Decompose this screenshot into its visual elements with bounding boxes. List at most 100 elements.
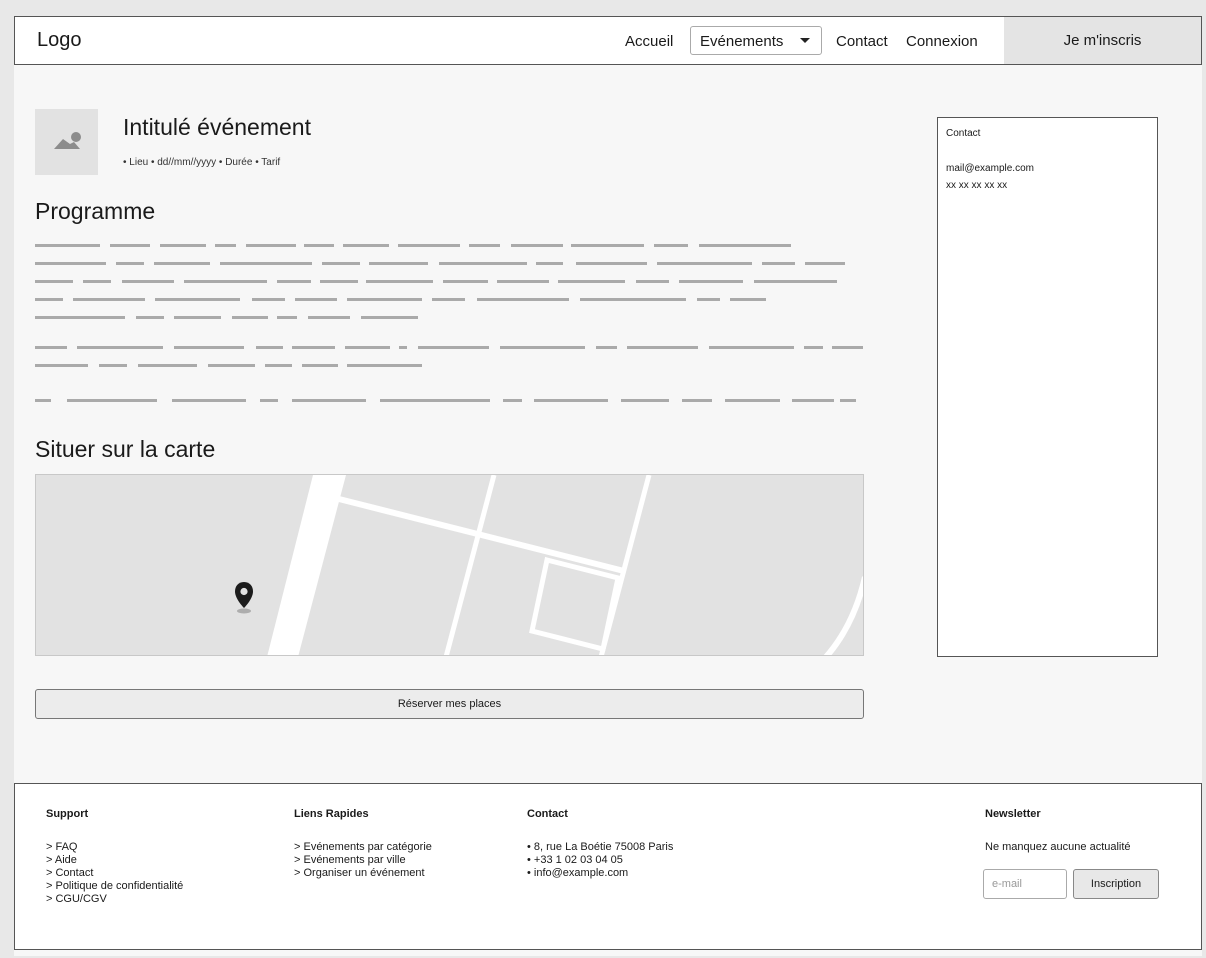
footer-newsletter-title: Newsletter bbox=[985, 808, 1041, 820]
map[interactable] bbox=[35, 474, 864, 656]
footer: Support > FAQ > Aide > Contact > Politiq… bbox=[14, 783, 1202, 950]
text-placeholder-bar bbox=[220, 262, 312, 265]
contact-sidebar: Contact mail@example.com xx xx xx xx xx bbox=[937, 117, 1158, 657]
event-title: Intitulé événement bbox=[123, 114, 311, 140]
text-placeholder-bar bbox=[443, 280, 488, 283]
text-placeholder-bar bbox=[260, 399, 278, 402]
chevron-down-icon bbox=[800, 38, 810, 43]
text-placeholder-bar bbox=[35, 346, 67, 349]
text-placeholder-bar bbox=[580, 298, 686, 301]
text-placeholder-bar bbox=[682, 399, 712, 402]
text-placeholder-bar bbox=[697, 298, 720, 301]
text-placeholder-bar bbox=[503, 399, 522, 402]
text-placeholder-bar bbox=[347, 364, 422, 367]
text-placeholder-bar bbox=[361, 316, 418, 319]
text-placeholder-bar bbox=[302, 364, 338, 367]
text-placeholder-bar bbox=[762, 262, 795, 265]
text-placeholder-bar bbox=[265, 364, 292, 367]
page: Logo Accueil Evénements Contact Connexio… bbox=[14, 16, 1202, 956]
nav-link-home[interactable]: Accueil bbox=[625, 33, 673, 50]
footer-link-contact[interactable]: > Contact bbox=[46, 867, 183, 880]
text-placeholder-bar bbox=[730, 298, 766, 301]
text-placeholder-bar bbox=[208, 364, 255, 367]
text-placeholder-bar bbox=[110, 244, 150, 247]
text-placeholder-bar bbox=[805, 262, 845, 265]
nav-link-login[interactable]: Connexion bbox=[906, 33, 978, 50]
text-placeholder-bar bbox=[832, 346, 863, 349]
text-placeholder-bar bbox=[469, 244, 500, 247]
nav-link-contact[interactable]: Contact bbox=[836, 33, 888, 50]
text-placeholder-bar bbox=[138, 364, 197, 367]
footer-newsletter-subtitle: Ne manquez aucune actualité bbox=[985, 841, 1131, 853]
text-placeholder-bar bbox=[292, 346, 335, 349]
text-placeholder-bar bbox=[558, 280, 625, 283]
text-placeholder-bar bbox=[73, 298, 145, 301]
text-placeholder-bar bbox=[77, 346, 163, 349]
text-placeholder-bar bbox=[83, 280, 111, 283]
text-placeholder-bar bbox=[252, 298, 285, 301]
footer-contact-email[interactable]: • info@example.com bbox=[527, 867, 673, 880]
map-title: Situer sur la carte bbox=[35, 436, 216, 462]
footer-contact-phone: • +33 1 02 03 04 05 bbox=[527, 854, 623, 866]
text-placeholder-bar bbox=[380, 399, 490, 402]
sidebar-email[interactable]: mail@example.com bbox=[946, 163, 1034, 174]
text-placeholder-bar bbox=[343, 244, 389, 247]
footer-link-terms[interactable]: > CGU/CGV bbox=[46, 893, 183, 906]
footer-link-events-by-city[interactable]: > Evénements par ville bbox=[294, 854, 432, 867]
text-placeholder-bar bbox=[35, 262, 106, 265]
text-placeholder-bar bbox=[654, 244, 688, 247]
text-placeholder-bar bbox=[418, 346, 489, 349]
text-placeholder-bar bbox=[35, 280, 73, 283]
text-placeholder-bar bbox=[136, 316, 164, 319]
text-placeholder-bar bbox=[709, 346, 794, 349]
text-placeholder-bar bbox=[35, 298, 63, 301]
footer-link-faq[interactable]: > FAQ bbox=[46, 841, 183, 854]
text-placeholder-bar bbox=[754, 280, 837, 283]
footer-link-privacy[interactable]: > Politique de confidentialité bbox=[46, 880, 183, 893]
text-placeholder-bar bbox=[399, 346, 407, 349]
text-placeholder-bar bbox=[804, 346, 823, 349]
text-placeholder-bar bbox=[160, 244, 206, 247]
text-placeholder-bar bbox=[67, 399, 157, 402]
sidebar-phone: xx xx xx xx xx bbox=[946, 180, 1008, 191]
signup-button[interactable]: Je m'inscris bbox=[1004, 17, 1201, 64]
footer-link-help[interactable]: > Aide bbox=[46, 854, 183, 867]
text-placeholder-bar bbox=[155, 298, 240, 301]
event-thumbnail bbox=[35, 109, 98, 175]
newsletter-email-input[interactable] bbox=[983, 869, 1067, 899]
footer-support-title: Support bbox=[46, 808, 89, 820]
text-placeholder-bar bbox=[232, 316, 268, 319]
map-pin-icon[interactable] bbox=[233, 581, 255, 615]
text-placeholder-bar bbox=[172, 399, 246, 402]
text-placeholder-bar bbox=[99, 364, 127, 367]
nav-events-dropdown[interactable]: Evénements bbox=[690, 26, 822, 55]
event-meta: • Lieu • dd//mm//yyyy • Durée • Tarif bbox=[123, 157, 281, 168]
text-placeholder-bar bbox=[308, 316, 350, 319]
text-placeholder-bar bbox=[345, 346, 390, 349]
text-placeholder-bar bbox=[256, 346, 283, 349]
text-placeholder-bar bbox=[246, 244, 296, 247]
image-placeholder-icon bbox=[54, 132, 81, 149]
text-placeholder-bar bbox=[699, 244, 791, 247]
text-placeholder-bar bbox=[174, 346, 244, 349]
text-placeholder-bar bbox=[295, 298, 337, 301]
text-placeholder-bar bbox=[304, 244, 334, 247]
footer-link-organize-event[interactable]: > Organiser un événement bbox=[294, 867, 432, 880]
text-placeholder-bar bbox=[500, 346, 585, 349]
text-placeholder-bar bbox=[35, 316, 125, 319]
text-placeholder-bar bbox=[116, 262, 144, 265]
reserve-button[interactable]: Réserver mes places bbox=[35, 689, 864, 719]
text-placeholder-bar bbox=[154, 262, 210, 265]
text-placeholder-bar bbox=[366, 280, 433, 283]
nav-events-label: Evénements bbox=[700, 33, 784, 50]
text-placeholder-bar bbox=[840, 399, 856, 402]
footer-support-list: > FAQ > Aide > Contact > Politique de co… bbox=[46, 841, 183, 906]
text-placeholder-bar bbox=[215, 244, 236, 247]
footer-contact-title: Contact bbox=[527, 808, 568, 820]
logo[interactable]: Logo bbox=[37, 29, 82, 52]
footer-quick-links-list: > Evénements par catégorie > Evénements … bbox=[294, 841, 432, 880]
newsletter-subscribe-button[interactable]: Inscription bbox=[1073, 869, 1159, 899]
text-placeholder-bar bbox=[576, 262, 647, 265]
text-placeholder-bar bbox=[292, 399, 366, 402]
footer-link-events-by-category[interactable]: > Evénements par catégorie bbox=[294, 841, 432, 854]
